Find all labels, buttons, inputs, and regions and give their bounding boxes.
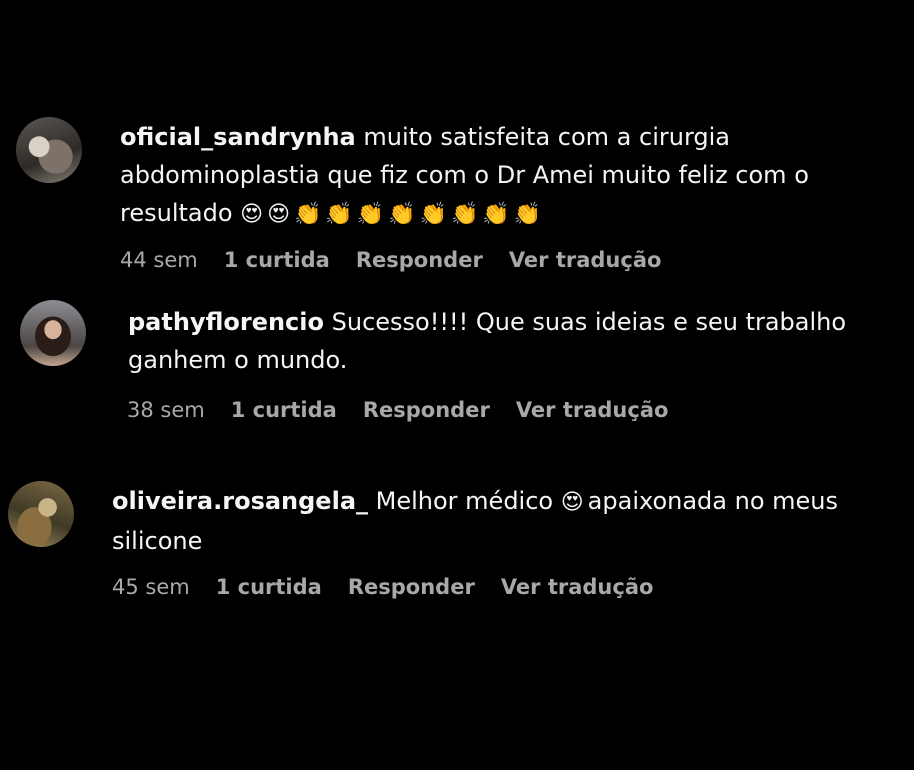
avatar[interactable] [20, 300, 86, 366]
comment-text: Melhor médico [368, 487, 561, 515]
comment-body: pathyflorencio Sucesso!!!! Que suas idei… [128, 303, 898, 379]
comment-timestamp[interactable]: 45 sem [112, 575, 190, 599]
comment-username[interactable]: oficial_sandrynha [120, 123, 356, 151]
comment-meta: 45 sem 1 curtida Responder Ver tradução [112, 575, 653, 599]
comment-username[interactable]: oliveira.rosangela_ [112, 487, 368, 515]
see-translation-button[interactable]: Ver tradução [501, 575, 654, 599]
likes-count-button[interactable]: 1 curtida [216, 575, 322, 599]
comment-body: oliveira.rosangela_ Melhor médico 😍apaix… [112, 482, 892, 560]
reply-button[interactable]: Responder [363, 398, 490, 422]
likes-count-button[interactable]: 1 curtida [224, 248, 330, 272]
avatar[interactable] [16, 117, 82, 183]
avatar[interactable] [8, 481, 74, 547]
reply-button[interactable]: Responder [348, 575, 475, 599]
comment-meta: 38 sem 1 curtida Responder Ver tradução [127, 398, 668, 422]
reply-button[interactable]: Responder [356, 248, 483, 272]
likes-count-button[interactable]: 1 curtida [231, 398, 337, 422]
comment-timestamp[interactable]: 44 sem [120, 248, 198, 272]
see-translation-button[interactable]: Ver tradução [516, 398, 669, 422]
see-translation-button[interactable]: Ver tradução [509, 248, 662, 272]
comment-meta: 44 sem 1 curtida Responder Ver tradução [120, 248, 661, 272]
smiling-heart-eyes-emoji: 😍 [560, 490, 588, 515]
comment-timestamp[interactable]: 38 sem [127, 398, 205, 422]
comment-body: oficial_sandrynha muito satisfeita com a… [120, 118, 890, 234]
comment-username[interactable]: pathyflorencio [128, 308, 324, 336]
emoji-group: 😍😍👏👏👏👏👏👏👏👏 [240, 202, 546, 227]
